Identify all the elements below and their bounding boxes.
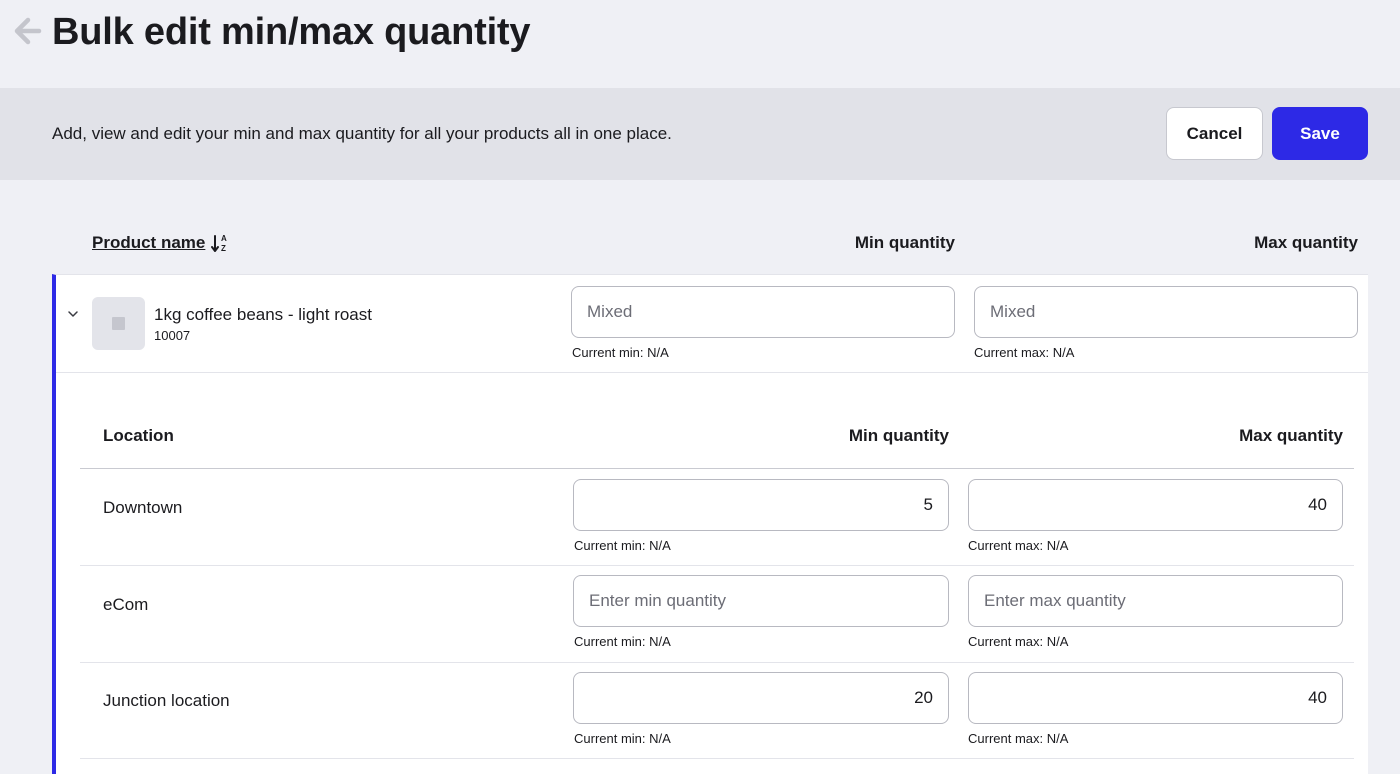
product-current-max: Current max: N/A	[974, 345, 1075, 360]
cancel-button[interactable]: Cancel	[1166, 107, 1263, 160]
location-current-max: Current max: N/A	[968, 634, 1069, 649]
location-max-quantity-input[interactable]: Enter max quantity	[968, 575, 1343, 627]
column-header-location: Location	[103, 426, 174, 445]
chevron-down-icon[interactable]	[66, 307, 80, 321]
sort-alpha-down-icon: A Z	[211, 234, 227, 253]
page-header: Bulk edit min/max quantity	[0, 0, 1400, 88]
divider	[80, 662, 1354, 663]
location-max-quantity-input[interactable]: 40	[968, 479, 1343, 531]
location-max-quantity-input[interactable]: 40	[968, 672, 1343, 724]
description-banner: Add, view and edit your min and max quan…	[0, 88, 1400, 180]
product-row: 1kg coffee beans - light roast 10007 Mix…	[52, 274, 1368, 774]
location-min-quantity-input[interactable]: 5	[573, 479, 949, 531]
save-button[interactable]: Save	[1272, 107, 1368, 160]
page-title: Bulk edit min/max quantity	[52, 11, 531, 53]
location-column-header-min: Min quantity	[848, 426, 949, 445]
column-header-min-quantity: Min quantity	[854, 233, 955, 252]
svg-text:A: A	[221, 234, 227, 243]
location-name: Junction location	[103, 691, 230, 710]
divider	[80, 565, 1354, 566]
image-placeholder-icon	[112, 317, 125, 330]
location-current-min: Current min: N/A	[574, 538, 671, 553]
sort-product-name-link[interactable]: Product name A Z	[92, 232, 229, 254]
location-current-max: Current max: N/A	[968, 731, 1069, 746]
column-header-product-name: Product name	[92, 233, 206, 252]
location-current-max: Current max: N/A	[968, 538, 1069, 553]
product-min-quantity-input[interactable]: Mixed	[571, 286, 955, 338]
column-header-max-quantity: Max quantity	[1254, 233, 1358, 252]
divider	[56, 372, 1368, 373]
product-current-min: Current min: N/A	[572, 345, 669, 360]
banner-description: Add, view and edit your min and max quan…	[52, 124, 672, 143]
product-sku: 10007	[154, 328, 191, 343]
location-min-quantity-input[interactable]: Enter min quantity	[573, 575, 949, 627]
arrow-left-icon[interactable]	[12, 14, 42, 48]
product-max-quantity-input[interactable]: Mixed	[974, 286, 1358, 338]
location-current-min: Current min: N/A	[574, 731, 671, 746]
divider	[80, 468, 1354, 469]
location-name: eCom	[103, 595, 149, 614]
location-name: Downtown	[103, 498, 183, 517]
location-min-quantity-input[interactable]: 20	[573, 672, 949, 724]
divider	[80, 758, 1354, 759]
product-name: 1kg coffee beans - light roast	[154, 305, 372, 324]
location-column-header-max: Max quantity	[1239, 426, 1343, 445]
product-thumbnail	[92, 297, 145, 350]
svg-text:Z: Z	[221, 244, 226, 253]
location-current-min: Current min: N/A	[574, 634, 671, 649]
